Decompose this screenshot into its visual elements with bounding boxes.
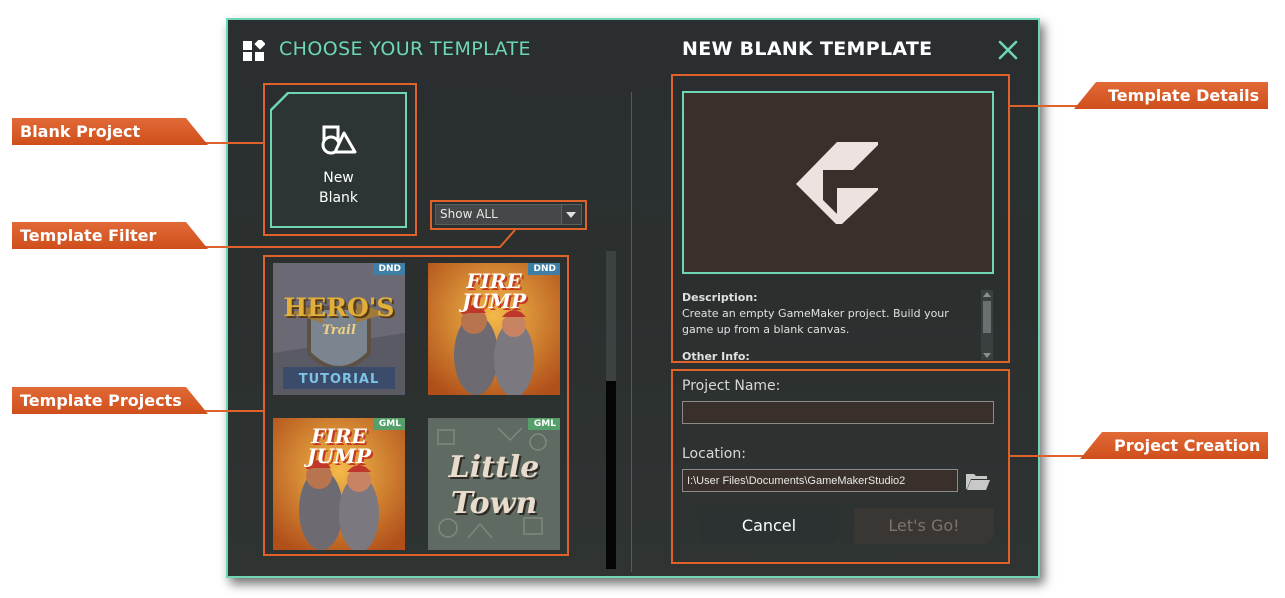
templates-icon [243,40,265,61]
template-fire-jump-dnd[interactable]: FIRE JUMP DND [428,263,560,395]
dnd-badge: DND [527,263,560,275]
template-fire-jump-gml[interactable]: FIRE JUMP GML [273,418,405,550]
shapes-icon [321,125,357,155]
scroll-up-icon[interactable] [983,292,991,297]
little-town-subtitle: Town [450,486,538,521]
template-heros-trail[interactable]: HERO'S Trail TUTORIAL DND [273,263,405,395]
choose-template-title: CHOOSE YOUR TEMPLATE [279,38,531,60]
callout-template-projects: Template Projects [12,387,208,414]
description-text: Create an empty GameMaker project. Build… [682,307,949,336]
location-input[interactable] [682,469,958,492]
cancel-button[interactable]: Cancel [699,508,839,544]
gml-badge: GML [372,418,405,430]
fire-jump-subtitle: JUMP [461,289,527,313]
filter-selected-value: Show ALL [440,207,498,221]
folder-open-icon[interactable] [965,471,991,491]
callout-project-creation: Project Creation [1080,432,1268,459]
fire-jump-subtitle: JUMP [306,444,372,468]
callout-template-filter: Template Filter [12,222,208,249]
project-name-input[interactable] [682,401,994,424]
template-little-town[interactable]: Little Town GML [428,418,560,550]
callout-template-details: Template Details [1074,82,1268,109]
project-name-label: Project Name: [682,378,781,394]
heros-trail-title: HERO'S [283,293,395,322]
little-town-title: Little [448,450,540,485]
description-label: Description: [682,291,758,304]
scrollbar-thumb[interactable] [606,251,616,381]
gamemaker-logo-icon [796,142,878,224]
template-details-title: NEW BLANK TEMPLATE [682,38,933,60]
location-label: Location: [682,446,746,462]
heros-trail-caption: TUTORIAL [298,372,380,387]
panel-divider [631,92,632,572]
gml-badge: GML [527,418,560,430]
other-info-label: Other Info: [682,350,750,363]
close-icon[interactable] [996,38,1020,62]
scroll-down-icon[interactable] [983,353,991,358]
details-scrollbar-thumb[interactable] [983,301,991,333]
chevron-down-icon [566,212,576,218]
heros-trail-subtitle: Trail [322,323,356,338]
new-blank-label: New Blank [318,170,359,206]
scrollbar-lower-track [606,381,616,569]
dnd-badge: DND [372,263,405,275]
callout-blank-project: Blank Project [12,118,208,145]
tile-corner-notch [270,92,290,112]
lets-go-button[interactable]: Let's Go! [854,508,994,544]
